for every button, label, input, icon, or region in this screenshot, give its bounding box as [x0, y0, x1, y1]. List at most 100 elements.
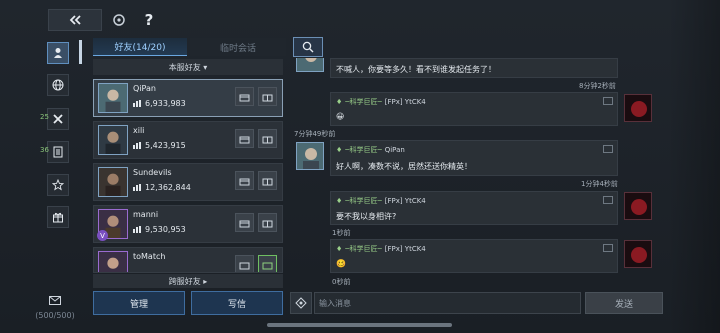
friends-chat-screen: ? 25 36 (500/500) 好友(14/20) 临时会话 本服好友 ▾ …: [0, 0, 720, 333]
sender-name: QiPan: [384, 146, 405, 154]
rank-icon: ♦: [336, 146, 343, 154]
write-letter-button[interactable]: 写信: [191, 291, 283, 315]
friend-gift-button[interactable]: [258, 213, 277, 232]
friend-item[interactable]: toMatch: [93, 247, 283, 273]
rail-gift-button[interactable]: [47, 206, 69, 228]
portrait-icon: [297, 58, 323, 71]
mail-block[interactable]: (500/500): [30, 290, 80, 320]
help-button[interactable]: ?: [138, 9, 160, 31]
send-button[interactable]: 发送: [585, 292, 663, 314]
avatar: [98, 125, 128, 155]
rail-notes-button[interactable]: [47, 141, 69, 163]
emoji-button[interactable]: [290, 292, 312, 314]
rail-guild-count: 25: [40, 113, 49, 121]
friend-action-button[interactable]: [235, 255, 254, 272]
rail-active-indicator: [79, 40, 82, 64]
demon-portrait-icon: [625, 95, 651, 121]
sender-name: [FPx] YtCK4: [384, 245, 426, 253]
friend-action-button[interactable]: [235, 213, 254, 232]
gift-icon: [262, 94, 273, 101]
friend-action-button[interactable]: [235, 171, 254, 190]
mail-icon: [49, 296, 61, 305]
friend-gift-button[interactable]: [258, 255, 277, 272]
power-icon: [133, 100, 143, 107]
rail-profile-button[interactable]: [47, 42, 69, 64]
friend-item[interactable]: QiPan 6,933,983: [93, 79, 283, 117]
gift-icon: [262, 220, 273, 227]
search-icon: [302, 41, 314, 53]
home-indicator: [267, 323, 452, 327]
list-header-local-friends[interactable]: 本服好友 ▾: [93, 59, 283, 75]
demon-portrait-icon: [625, 241, 651, 267]
emoji-sticker-icon: 😀: [336, 112, 345, 121]
portrait-icon: [297, 143, 323, 169]
copy-message-button[interactable]: [603, 97, 613, 105]
tab-temporary-chat[interactable]: 临时会话: [190, 38, 286, 56]
message-text: 好人啊，凑数不说，居然还送你精英！: [336, 162, 472, 171]
sender-title: ─科学巨匠─: [345, 146, 382, 154]
portrait-icon: [99, 252, 127, 272]
rail-notes-count: 36: [40, 146, 49, 154]
message-text: 不喊人，你要等多久！看不到谁发起任务了！: [336, 65, 496, 74]
avatar: [98, 83, 128, 113]
chat-message: 不喊人，你要等多久！看不到谁发起任务了！: [330, 58, 618, 78]
chat-avatar: [624, 240, 652, 268]
power-icon: [133, 184, 143, 191]
gift-icon: [53, 212, 63, 223]
message-sender: ♦ ─科学巨匠─ [FPx] YtCK4: [336, 97, 426, 107]
friend-action-button[interactable]: [235, 129, 254, 148]
copy-message-button[interactable]: [603, 196, 613, 204]
message-sender: ♦ ─科学巨匠─ QiPan: [336, 145, 405, 155]
portrait-icon: [99, 84, 127, 112]
star-icon: [52, 179, 64, 191]
search-button[interactable]: [293, 37, 323, 57]
chat-message: ♦ ─科学巨匠─ [FPx] YtCK4 要不我以身相许?: [330, 191, 618, 225]
manage-button[interactable]: 管理: [93, 291, 185, 315]
copy-message-button[interactable]: [603, 244, 613, 252]
friend-power-value: 12,362,844: [145, 183, 191, 192]
rail-favorites-button[interactable]: [47, 174, 69, 196]
message-timestamp: 1分钟4秒前: [581, 180, 618, 188]
friend-gift-button[interactable]: [258, 129, 277, 148]
rank-icon: ♦: [336, 98, 343, 106]
refresh-button[interactable]: [108, 9, 130, 31]
top-bar: ?: [0, 0, 720, 38]
message-timestamp: 8分钟2秒前: [579, 82, 616, 90]
list-header-cross-server-friends[interactable]: 跨服好友 ▸: [93, 274, 283, 288]
refresh-icon: [113, 14, 125, 26]
sender-title: ─科学巨匠─: [345, 98, 382, 106]
crossed-swords-icon: [53, 114, 63, 124]
friend-item[interactable]: xili 5,423,915: [93, 121, 283, 159]
rail-guild-button[interactable]: [47, 108, 69, 130]
gift-icon: [262, 262, 273, 269]
mail-count: (500/500): [35, 311, 75, 320]
friend-gift-button[interactable]: [258, 87, 277, 106]
chat-message: ♦ ─科学巨匠─ [FPx] YtCK4 😀: [330, 92, 618, 126]
person-icon: [54, 48, 62, 58]
chat-avatar: [624, 192, 652, 220]
friend-item[interactable]: V manni 9,530,953: [93, 205, 283, 243]
avatar: [98, 251, 128, 272]
back-button[interactable]: [48, 9, 102, 31]
friend-action-button[interactable]: [235, 87, 254, 106]
friend-power-value: 5,423,915: [145, 141, 186, 150]
message-timestamp: 1秒前: [332, 229, 351, 237]
copy-message-button[interactable]: [603, 145, 613, 153]
friend-item[interactable]: Sundevils 12,362,844: [93, 163, 283, 201]
chat-message: ♦ ─科学巨匠─ [FPx] YtCK4 🥴: [330, 239, 618, 273]
tab-friends[interactable]: 好友(14/20): [93, 38, 187, 56]
friend-gift-button[interactable]: [258, 171, 277, 190]
message-sender: ♦ ─科学巨匠─ [FPx] YtCK4: [336, 196, 426, 206]
left-icon-rail: 25 36 (500/500): [0, 38, 80, 333]
message-input[interactable]: 输入消息: [314, 292, 581, 314]
rail-globe-button[interactable]: [47, 74, 69, 96]
right-edge-shade: [668, 0, 720, 333]
friend-power-value: 6,933,983: [145, 99, 186, 108]
diamond-emoji-icon: [295, 297, 307, 309]
rank-icon: ♦: [336, 245, 343, 253]
chat-message: ♦ ─科学巨匠─ QiPan 好人啊，凑数不说，居然还送你精英！: [330, 140, 618, 176]
double-chevron-left-icon: [69, 15, 81, 25]
friend-power: 12,362,844: [133, 183, 191, 192]
chat-message-pane: 不喊人，你要等多久！看不到谁发起任务了！ 8分钟2秒前 ♦ ─科学巨匠─ [FP…: [290, 58, 662, 288]
gift-send-icon: [239, 136, 250, 143]
